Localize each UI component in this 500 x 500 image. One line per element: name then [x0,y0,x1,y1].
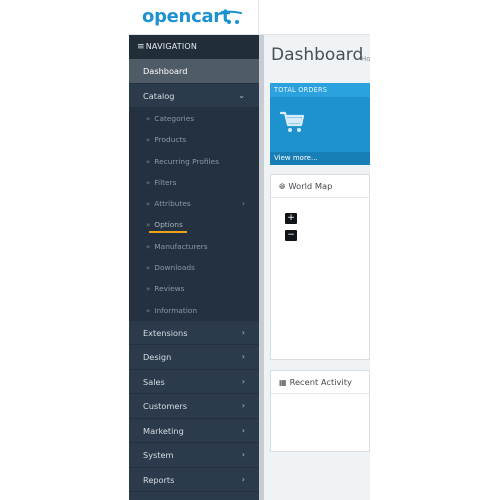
sidebar-item-label: Dashboard [143,66,188,76]
sidebar-item-sales[interactable]: Sales › [129,370,259,395]
sidebar-subitem-information[interactable]: » Information [129,300,259,321]
sidebar-item-marketing[interactable]: Marketing › [129,419,259,444]
sidebar-item-catalog[interactable]: Catalog ⌄ [129,83,259,108]
recent-activity-header: ▦ Recent Activity [271,371,369,394]
sidebar-item-label: Customers [143,401,188,412]
world-map-title: World Map [288,181,333,191]
calendar-icon: ▦ [279,378,287,387]
zoom-out-button[interactable]: − [285,230,297,241]
sidebar-subitem-label: Attributes [154,199,191,209]
chevron-right-icon: › [241,401,245,411]
chevron-right-icon: › [241,327,245,337]
sidebar-item-label: Extensions [143,327,188,338]
sidebar-subitem-recurring-profiles[interactable]: » Recurring Profiles [129,151,259,172]
sidebar-item-design[interactable]: Design › [129,345,259,370]
double-chevron-right-icon: » [146,115,151,123]
chevron-right-icon: › [241,450,245,460]
sidebar-navigation: ≡NAVIGATION Dashboard Catalog ⌄ » Categor… [129,35,264,500]
chevron-right-icon: › [241,199,245,209]
sidebar-subitem-label: Options [154,220,183,230]
recent-activity-panel: ▦ Recent Activity [270,370,370,452]
sidebar-subitem-attributes[interactable]: » Attributes › [129,193,259,214]
sidebar-subitem-label: Information [154,305,198,315]
chevron-right-icon: › [241,425,245,435]
navigation-header-label: NAVIGATION [145,42,198,51]
sidebar-item-customers[interactable]: Customers › [129,394,259,419]
world-map-panel: 🌐︎ World Map + − [270,174,370,360]
sidebar-subitem-categories[interactable]: » Categories [129,108,259,129]
sidebar-subitem-reviews[interactable]: » Reviews [129,278,259,299]
sidebar-subitem-label: Recurring Profiles [154,156,219,166]
sidebar-item-label: System [143,450,174,461]
double-chevron-right-icon: » [146,306,151,315]
sidebar-subitem-downloads[interactable]: » Downloads [129,257,259,278]
sidebar-subitem-label: Filters [154,177,177,187]
sidebar-subitem-manufacturers[interactable]: » Manufacturers [129,236,259,257]
recent-activity-title: Recent Activity [289,377,352,387]
chevron-right-icon: › [241,352,245,362]
sidebar-subitem-products[interactable]: » Products [129,129,259,150]
zoom-in-button[interactable]: + [285,213,297,224]
world-map-header: 🌐︎ World Map [271,175,369,198]
sidebar-item-label: Catalog [143,90,175,101]
cart-logo-icon [221,10,242,24]
shopping-cart-icon [280,111,305,132]
globe-icon: 🌐︎ [279,182,286,191]
total-orders-tile: TOTAL ORDERS View more... [270,83,370,165]
menu-icon: ≡ [137,42,145,52]
double-chevron-right-icon: » [146,200,151,209]
sidebar-subitem-label: Products [154,135,187,145]
breadcrumb[interactable]: Ho [361,55,370,63]
sidebar-item-extensions[interactable]: Extensions › [129,321,259,346]
navigation-header[interactable]: ≡NAVIGATION [129,35,259,59]
sidebar-item-reports[interactable]: Reports › [129,468,259,493]
double-chevron-right-icon: » [146,178,151,187]
top-header: opencart [129,0,370,35]
app-window: opencart ≡NAVIGATION Dashboard Catalog ⌄… [129,0,370,500]
sidebar-item-label: Sales [143,376,165,387]
view-more-link[interactable]: View more... [270,152,370,165]
sidebar-subitem-label: Downloads [154,263,195,273]
sidebar-item-label: Reports [143,474,175,485]
sidebar-subitem-options[interactable]: » Options [129,214,259,235]
tile-title: TOTAL ORDERS [270,83,370,97]
sidebar-subitem-label: Manufacturers [154,241,208,251]
double-chevron-right-icon: » [146,157,151,166]
chevron-right-icon: › [241,376,245,386]
double-chevron-right-icon: » [146,264,151,273]
sidebar-item-label: Marketing [143,425,184,436]
double-chevron-right-icon: » [146,221,151,230]
selection-underline [149,231,187,234]
sidebar-item-dashboard[interactable]: Dashboard [129,59,259,84]
logo-text: opencart [142,6,231,27]
main-content: Dashboard Ho TOTAL ORDERS View more... 🌐… [264,35,370,500]
double-chevron-right-icon: » [146,136,151,145]
sidebar-item-label: Design [143,352,172,363]
chevron-down-icon: ⌄ [238,90,245,100]
sidebar-item-system[interactable]: System › [129,443,259,468]
logo[interactable]: opencart [129,0,259,35]
sidebar-subitem-label: Categories [154,114,195,123]
catalog-submenu: » Categories » Products » Recurring Profile… [129,108,259,321]
sidebar-subitem-filters[interactable]: » Filters [129,172,259,193]
sidebar-subitem-label: Reviews [154,284,185,294]
chevron-right-icon: › [241,474,245,484]
page-title: Dashboard [271,45,364,65]
double-chevron-right-icon: » [146,285,151,294]
double-chevron-right-icon: » [146,242,151,251]
